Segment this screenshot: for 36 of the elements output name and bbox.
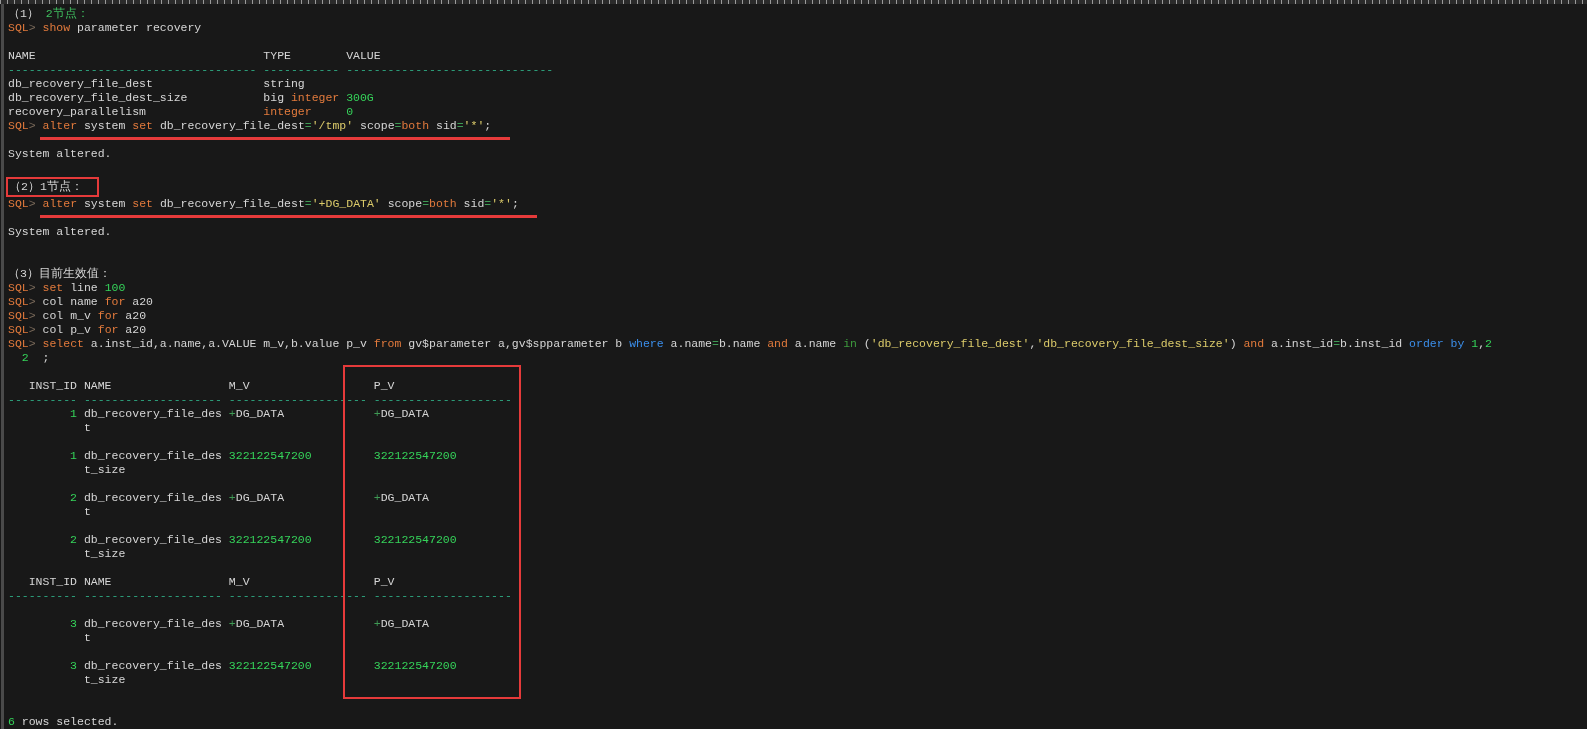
terminal-line: INST_ID NAME M_V P_V: [27, 575, 395, 589]
terminal-line: db_recovery_file_dest string: [8, 77, 305, 91]
terminal-line: t: [82, 505, 91, 519]
terminal-line: t_size: [82, 547, 126, 561]
terminal-line: ---------- -------------------- -------------------- --------------------: [8, 589, 512, 603]
terminal-line: recovery_parallelism integer 0: [8, 105, 354, 119]
terminal-line: SQL> col p_v for a20: [8, 323, 147, 337]
terminal-line: SQL> alter system set db_recovery_file_dest='/tmp' scope=both sid='*';: [8, 119, 492, 133]
terminal-line: t: [82, 631, 91, 645]
boxed-heading: （2）1节点：: [6, 177, 99, 197]
terminal-line: ---------- -------------------- -------------------- --------------------: [8, 393, 512, 407]
terminal-line: t_size: [82, 673, 126, 687]
terminal-line: SQL> col name for a20: [8, 295, 153, 309]
terminal-line: 1 db_recovery_file_des +DG_DATA +DG_DATA: [69, 407, 429, 421]
terminal-line: 6 rows selected.: [8, 715, 119, 729]
terminal-line: NAME TYPE VALUE: [8, 49, 381, 63]
terminal-line: db_recovery_file_dest_size big integer 300G: [8, 91, 374, 105]
terminal-line: 3 db_recovery_file_des 322122547200 322122547200: [69, 659, 457, 673]
terminal-line: 2 db_recovery_file_des +DG_DATA +DG_DATA: [69, 491, 429, 505]
terminal-line: SQL> set line 100: [8, 281, 126, 295]
terminal-line: 1 db_recovery_file_des 322122547200 322122547200: [69, 449, 457, 463]
terminal-line: （3）目前生效值：: [8, 267, 111, 281]
terminal-line: SQL> select a.inst_id,a.name,a.VALUE m_v,b.value p_v from gv$parameter a,gv$spparameter b where a.name=b.name and a.name in ('db_recovery_file_dest','db_recovery_file_dest_size') and a.inst_id=b.inst_id order by 1,2: [8, 337, 1492, 351]
terminal-line: INST_ID NAME M_V P_V: [27, 379, 395, 393]
terminal-line: t_size: [82, 463, 126, 477]
terminal-line: （1） 2节点：: [8, 7, 89, 21]
terminal-line: SQL> alter system set db_recovery_file_dest='+DG_DATA' scope=both sid='*';: [8, 197, 519, 211]
terminal-line: 3 db_recovery_file_des +DG_DATA +DG_DATA: [69, 617, 429, 631]
terminal-line: ------------------------------------ ----------- ------------------------------: [8, 63, 554, 77]
terminal-line: 2 db_recovery_file_des 322122547200 322122547200: [69, 533, 457, 547]
terminal-line: SQL> col m_v for a20: [8, 309, 147, 323]
terminal-line: t: [82, 421, 91, 435]
terminal-line: System altered.: [8, 225, 112, 239]
terminal-line: SQL> show parameter recovery: [8, 21, 202, 35]
terminal-line: System altered.: [8, 147, 112, 161]
terminal-line: 2 ;: [20, 351, 50, 365]
